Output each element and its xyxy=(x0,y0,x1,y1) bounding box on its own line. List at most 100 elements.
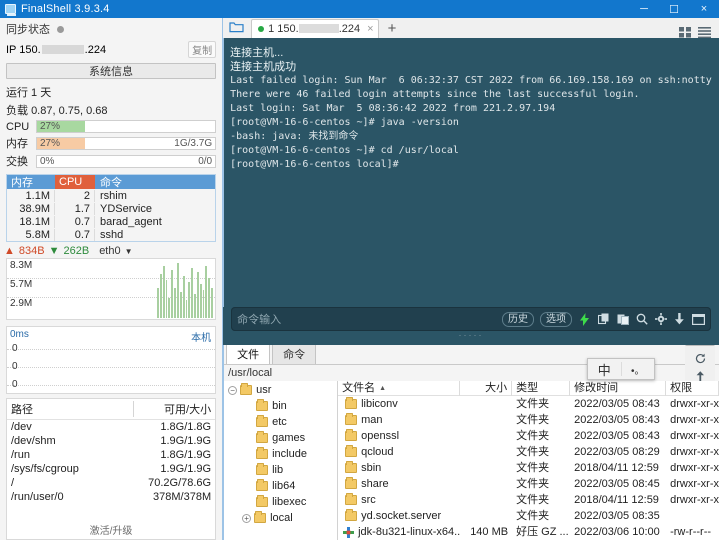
process-col-command[interactable]: 命令 xyxy=(95,174,122,190)
file-row[interactable]: openssl 文件夹 2022/03/05 08:43 drwxr-xr-x xyxy=(338,428,719,444)
ime-indicator[interactable]: 中 •。 xyxy=(587,358,655,380)
command-history-button[interactable]: 历史 xyxy=(502,311,534,327)
ime-mode-label[interactable]: 中 xyxy=(588,360,621,379)
copy-icon[interactable] xyxy=(597,313,610,326)
file-col-name[interactable]: 文件名 ▲ xyxy=(338,381,461,396)
file-row[interactable]: jdk-8u321-linux-x64.... 140 MB 好压 GZ ...… xyxy=(338,524,719,540)
file-row[interactable]: src 文件夹 2018/04/11 12:59 drwxr-xr-x xyxy=(338,492,719,508)
session-prefix: 1 150. xyxy=(268,23,299,35)
folder-open-icon[interactable] xyxy=(227,18,245,36)
disk-row[interactable]: /run/user/0 378M/378M xyxy=(7,490,215,504)
file-col-size[interactable]: 大小 xyxy=(460,381,513,396)
tree-node[interactable]: + local xyxy=(224,510,337,526)
close-tab-icon[interactable]: × xyxy=(367,23,373,35)
ime-punctuation-toggle[interactable]: •。 xyxy=(622,362,655,377)
disk-row[interactable]: /dev/shm 1.9G/1.9G xyxy=(7,434,215,448)
maximize-button[interactable]: ☐ xyxy=(659,0,689,18)
app-logo-icon xyxy=(5,4,16,16)
search-icon[interactable] xyxy=(635,313,648,326)
tree-node[interactable]: libexec xyxy=(224,494,337,510)
file-col-perm[interactable]: 权限 xyxy=(666,381,719,396)
file-permissions: drwxr-xr-x xyxy=(670,398,719,410)
system-info-button[interactable]: 系统信息 xyxy=(6,63,217,79)
disk-row[interactable]: /dev 1.8G/1.8G xyxy=(7,420,215,434)
folder-icon xyxy=(345,413,358,425)
file-name: libiconv xyxy=(361,398,398,410)
command-input[interactable]: 命令输入 xyxy=(237,311,281,327)
lightning-icon[interactable] xyxy=(578,312,591,326)
file-col-mtime[interactable]: 修改时间 xyxy=(570,381,667,396)
process-row[interactable]: 18.1M 0.7 barad_agent xyxy=(7,215,215,228)
file-name: jdk-8u321-linux-x64.... xyxy=(358,526,461,538)
terminal-line: There were 46 failed login attempts sinc… xyxy=(230,89,640,100)
command-input-bar[interactable]: 命令输入 历史 选项 xyxy=(231,307,711,331)
file-name: sbin xyxy=(361,462,382,474)
tree-expander-icon[interactable]: − xyxy=(228,385,238,395)
refresh-icon[interactable] xyxy=(695,353,706,364)
tree-expander-icon[interactable]: + xyxy=(242,513,252,523)
session-redaction-mask xyxy=(298,24,339,33)
file-tab-命令[interactable]: 命令 xyxy=(272,343,317,364)
gear-icon[interactable] xyxy=(654,313,667,326)
grid-view-icon[interactable] xyxy=(679,27,692,38)
panel-resize-handle[interactable]: ····· xyxy=(223,331,719,340)
copy-ip-button[interactable]: 复制 xyxy=(188,41,217,58)
file-name-cell: man xyxy=(338,412,460,428)
window-icon[interactable] xyxy=(692,313,705,326)
process-row[interactable]: 38.9M 1.7 YDService xyxy=(7,202,215,215)
tree-node[interactable]: include xyxy=(224,446,337,462)
file-list-rows: libiconv 文件夹 2022/03/05 08:43 drwxr-xr-x… xyxy=(338,396,719,540)
tree-node[interactable]: games xyxy=(224,430,337,446)
process-col-cpu[interactable]: CPU xyxy=(55,175,95,189)
file-mtime: 2018/04/11 12:59 xyxy=(574,494,659,506)
file-row[interactable]: yd.socket.server 文件夹 2022/03/05 08:35 xyxy=(338,508,719,524)
file-row[interactable]: qcloud 文件夹 2022/03/05 08:29 drwxr-xr-x xyxy=(338,444,719,460)
ip-address-row: IP 150. .224 复制 xyxy=(0,40,222,61)
minimize-button[interactable]: ─ xyxy=(629,0,659,18)
file-size xyxy=(460,428,512,444)
network-interface-label[interactable]: eth0 xyxy=(99,245,120,257)
folder-icon xyxy=(254,511,267,523)
paste-icon[interactable] xyxy=(616,313,629,326)
file-row[interactable]: libiconv 文件夹 2022/03/05 08:43 drwxr-xr-x xyxy=(338,396,719,412)
process-col-memory[interactable]: 内存 xyxy=(7,174,55,190)
activate-upgrade-link[interactable]: 激活/升级 xyxy=(0,522,222,537)
disk-col-path[interactable]: 路径 xyxy=(11,401,33,417)
disk-row[interactable]: /sys/fs/cgroup 1.9G/1.9G xyxy=(7,462,215,476)
download-icon[interactable] xyxy=(673,313,686,326)
new-tab-button[interactable]: + xyxy=(388,20,397,37)
tree-node[interactable]: − usr xyxy=(224,382,337,398)
file-row[interactable]: share 文件夹 2022/03/05 08:45 drwxr-xr-x xyxy=(338,476,719,492)
process-cpu: 0.7 xyxy=(55,215,95,228)
terminal-panel[interactable]: 连接主机... 连接主机成功 Last failed login: Sun Mar … xyxy=(223,38,719,307)
network-bar xyxy=(196,272,199,318)
file-col-type[interactable]: 类型 xyxy=(512,381,571,396)
disk-row[interactable]: /run 1.8G/1.9G xyxy=(7,448,215,462)
file-tab-文件[interactable]: 文件 xyxy=(226,342,271,364)
file-row[interactable]: man 文件夹 2022/03/05 08:43 drwxr-xr-x xyxy=(338,412,719,428)
command-options-button[interactable]: 选项 xyxy=(540,311,572,327)
uptime-text: 运行 1 天 xyxy=(6,87,52,99)
session-tab[interactable]: 1 150. .224 × xyxy=(251,19,379,38)
disk-size: 1.8G/1.9G xyxy=(160,449,212,461)
tree-node[interactable]: bin xyxy=(224,398,337,414)
file-row[interactable]: sbin 文件夹 2018/04/11 12:59 drwxr-xr-x xyxy=(338,460,719,476)
file-name: src xyxy=(361,494,376,506)
process-row[interactable]: 5.8M 0.7 sshd xyxy=(7,228,215,241)
meter-bar: 27% 1G/3.7G xyxy=(36,136,217,150)
process-row[interactable]: 1.1M 2 rshim xyxy=(7,189,215,202)
chevron-down-icon[interactable]: ▼ xyxy=(125,247,133,256)
current-path[interactable]: /usr/local xyxy=(228,367,272,379)
tree-node[interactable]: lib64 xyxy=(224,478,337,494)
tree-node-label: lib xyxy=(272,464,284,476)
disk-col-size[interactable]: 可用/大小 xyxy=(133,401,211,417)
network-bar xyxy=(165,280,168,318)
disk-row[interactable]: / 70.2G/78.6G xyxy=(7,476,215,490)
list-view-icon[interactable] xyxy=(698,27,711,39)
ip-prefix: IP 150. xyxy=(6,43,41,56)
file-name: openssl xyxy=(361,430,400,442)
close-button[interactable]: × xyxy=(689,0,719,18)
tree-node[interactable]: lib xyxy=(224,462,337,478)
up-level-icon[interactable] xyxy=(695,370,706,382)
tree-node[interactable]: etc xyxy=(224,414,337,430)
